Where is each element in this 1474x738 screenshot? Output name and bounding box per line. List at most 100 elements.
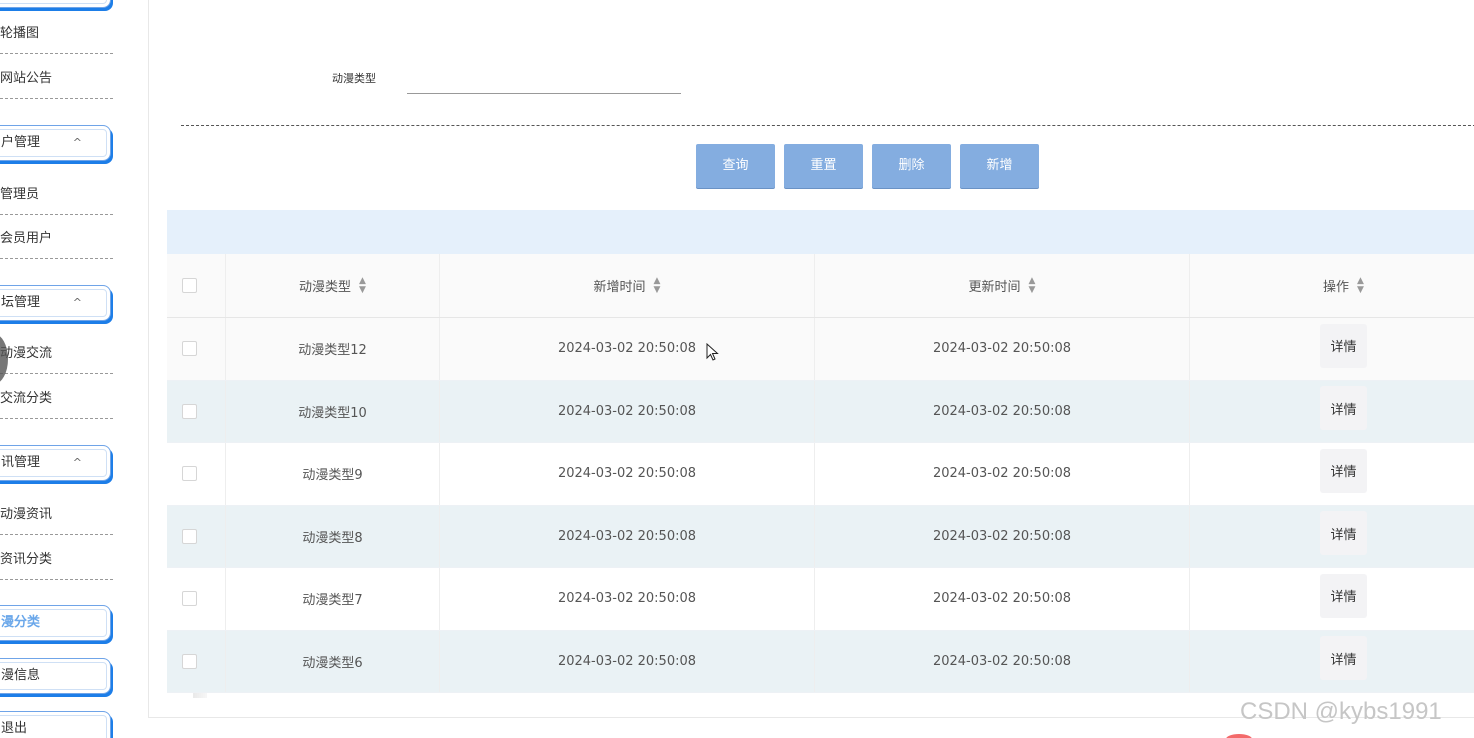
sidebar-item-label: 交流分类 (0, 391, 53, 406)
cell-anime-type: 动漫类型9 (225, 443, 439, 505)
cell-added-time: 2024-03-02 20:50:08 (439, 443, 814, 505)
detail-button[interactable]: 详情 (1320, 448, 1367, 493)
row-checkbox[interactable] (181, 466, 197, 482)
header-updated-time[interactable]: 更新时间 ▲ ▼ (814, 254, 1189, 317)
cell-anime-type: 动漫类型7 (225, 568, 439, 630)
header-label: 新增时间 (593, 280, 646, 295)
header-label: 操作 (1323, 280, 1350, 295)
sidebar-item-notice[interactable]: 网站公告 (0, 59, 113, 99)
header-checkbox-cell (167, 254, 211, 317)
sidebar-item-news-category[interactable]: 资讯分类 (0, 540, 113, 580)
row-checkbox[interactable] (181, 528, 197, 544)
table-header-row: 动漫类型 ▲ ▼ 新增时间 ▲ ▼ 更新时间 ▲ ▼ 操作 ▲ ▼ (167, 254, 1474, 318)
table-row[interactable]: 动漫类型12 2024-03-02 20:50:08 2024-03-02 20… (167, 318, 1474, 381)
sidebar-group-forum[interactable]: 坛管理 ^ (0, 285, 111, 321)
detail-button[interactable]: 详情 (1320, 573, 1367, 618)
chevron-up-icon: ^ (72, 456, 82, 469)
row-checkbox-cell (167, 568, 211, 630)
sort-icon[interactable]: ▲ ▼ (654, 276, 661, 295)
cell-added-time: 2024-03-02 20:50:08 (439, 380, 814, 442)
row-checkbox-cell (167, 506, 211, 568)
row-checkbox[interactable] (181, 653, 197, 669)
header-anime-type[interactable]: 动漫类型 ▲ ▼ (225, 254, 439, 317)
row-checkbox[interactable] (181, 341, 197, 357)
cell-anime-type: 动漫类型8 (225, 505, 439, 567)
cell-actions: 详情 (1189, 380, 1474, 442)
select-all-checkbox[interactable] (181, 278, 197, 293)
query-button[interactable]: 查询 (696, 144, 775, 188)
sidebar-group-news[interactable]: 讯管理 ^ (0, 445, 111, 481)
sidebar-item-member[interactable]: 会员用户 (0, 219, 113, 259)
anime-type-input[interactable] (407, 66, 681, 94)
sidebar-group-user[interactable]: 户管理 ^ (0, 125, 111, 161)
sidebar-group-label: 坛管理 (1, 295, 41, 310)
sidebar-item-admin[interactable]: 管理员 (0, 175, 113, 215)
sidebar-item-label: 轮播图 (0, 26, 40, 41)
table-row[interactable]: 动漫类型8 2024-03-02 20:50:08 2024-03-02 20:… (167, 505, 1474, 568)
cell-actions: 详情 (1189, 443, 1474, 505)
header-actions[interactable]: 操作 ▲ ▼ (1189, 254, 1474, 317)
search-label: 动漫类型 (332, 72, 376, 85)
sidebar-item-anime-news[interactable]: 动漫资讯 (0, 495, 113, 535)
cell-added-time: 2024-03-02 20:50:08 (439, 505, 814, 567)
table-toolbar: 〒 (167, 210, 1474, 254)
sidebar-item-label: 管理员 (0, 187, 40, 202)
table-row[interactable]: 动漫类型7 2024-03-02 20:50:08 2024-03-02 20:… (167, 568, 1474, 631)
watermark-text: CSDN @kybs1991 (1240, 698, 1442, 725)
cell-actions: 详情 (1189, 630, 1474, 692)
table-row[interactable]: 动漫类型6 2024-03-02 20:50:08 2024-03-02 20:… (167, 630, 1474, 693)
sidebar-item-label: 退出 (1, 721, 28, 736)
cell-added-time: 2024-03-02 20:50:08 (439, 568, 814, 630)
cell-actions: 详情 (1189, 568, 1474, 630)
table-row[interactable]: 动漫类型9 2024-03-02 20:50:08 2024-03-02 20:… (167, 443, 1474, 506)
detail-button[interactable]: 详情 (1320, 511, 1367, 556)
sidebar-item-label: 漫分类 (1, 615, 41, 630)
sort-icon[interactable]: ▲ ▼ (1029, 276, 1036, 295)
detail-button[interactable]: 详情 (1320, 323, 1367, 368)
red-badge-dot (1226, 734, 1252, 738)
row-checkbox[interactable] (181, 591, 197, 607)
detail-button[interactable]: 详情 (1320, 636, 1367, 681)
sidebar-item-anime-forum[interactable]: 动漫交流 (0, 334, 113, 374)
sidebar-group-label: 户管理 (1, 135, 41, 150)
detail-button[interactable]: 详情 (1320, 386, 1367, 431)
chevron-up-icon: ^ (72, 296, 82, 309)
delete-button[interactable]: 删除 (872, 144, 951, 188)
reset-button[interactable]: 重置 (784, 144, 863, 188)
table-row[interactable]: 动漫类型10 2024-03-02 20:50:08 2024-03-02 20… (167, 380, 1474, 443)
row-checkbox-cell (167, 381, 211, 443)
cell-anime-type: 动漫类型6 (225, 630, 439, 692)
cell-added-time: 2024-03-02 20:50:08 (439, 630, 814, 692)
sidebar-item-anime-category[interactable]: 漫分类 (0, 605, 111, 641)
sort-icon[interactable]: ▲ ▼ (359, 276, 366, 295)
sidebar-item-label: 动漫资讯 (0, 507, 53, 522)
cell-anime-type: 动漫类型12 (225, 318, 439, 380)
cell-updated-time: 2024-03-02 20:50:08 (814, 318, 1189, 380)
sidebar-item-label: 会员用户 (0, 231, 53, 246)
sidebar-top-pill[interactable] (0, 0, 111, 8)
mouse-cursor-icon (706, 343, 719, 361)
sidebar-item-forum-category[interactable]: 交流分类 (0, 379, 113, 419)
cell-actions: 详情 (1189, 318, 1474, 380)
main-panel: 动漫类型 查询 重置 删除 新增 〒 动漫类型 ▲▼ 新增时间 ▲▼ 更新时间 ▲▼ … (148, 0, 1474, 718)
row-checkbox[interactable] (181, 403, 197, 419)
sort-icon[interactable]: ▲ ▼ (1357, 276, 1364, 295)
cell-updated-time: 2024-03-02 20:50:08 (814, 505, 1189, 567)
cell-added-time: 2024-03-02 20:50:08 (439, 318, 814, 380)
cell-updated-time: 2024-03-02 20:50:08 (814, 380, 1189, 442)
header-label: 更新时间 (968, 280, 1021, 295)
sidebar-item-label: 资讯分类 (0, 552, 53, 567)
cell-updated-time: 2024-03-02 20:50:08 (814, 630, 1189, 692)
add-button[interactable]: 新增 (960, 144, 1039, 188)
sidebar-item-carousel[interactable]: 轮播图 (0, 14, 113, 54)
header-added-time[interactable]: 新增时间 ▲ ▼ (439, 254, 814, 317)
sidebar-group-label: 讯管理 (1, 455, 41, 470)
sidebar-item-logout[interactable]: 退出 (0, 711, 111, 738)
chevron-up-icon: ^ (72, 136, 82, 149)
cell-updated-time: 2024-03-02 20:50:08 (814, 443, 1189, 505)
cell-updated-time: 2024-03-02 20:50:08 (814, 568, 1189, 630)
row-checkbox-cell (167, 318, 211, 380)
sidebar: 轮播图 网站公告 户管理 ^ 管理员 会员用户 坛管理 ^ 动漫交流 交流分类 … (0, 0, 125, 738)
sidebar-item-anime-info[interactable]: 漫信息 (0, 658, 111, 694)
row-checkbox-cell (167, 443, 211, 505)
